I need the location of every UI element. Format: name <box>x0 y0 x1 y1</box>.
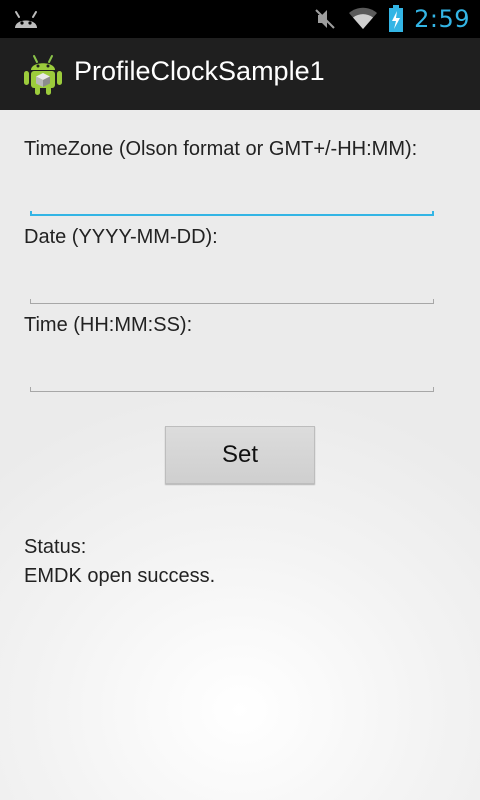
vibrate-muted-icon <box>315 9 335 29</box>
date-input[interactable] <box>30 275 434 301</box>
time-underline-right-tick <box>433 387 434 392</box>
wifi-icon <box>349 7 378 29</box>
timezone-underline-right-tick <box>432 211 434 216</box>
battery-charging-icon <box>389 5 404 32</box>
time-input[interactable] <box>30 363 434 389</box>
time-field[interactable] <box>30 363 434 392</box>
date-label: Date (YYYY-MM-DD): <box>24 226 218 248</box>
android-app-icon <box>24 55 62 95</box>
time-underline <box>30 391 434 392</box>
date-underline <box>30 303 434 304</box>
date-underline-left-tick <box>30 299 31 304</box>
android-debug-icon <box>15 11 37 28</box>
app-title: ProfileClockSample1 <box>74 56 325 86</box>
timezone-label: TimeZone (Olson format or GMT+/-HH:MM): <box>24 138 418 160</box>
status-message: EMDK open success. <box>24 565 216 587</box>
timezone-input[interactable] <box>30 187 434 213</box>
set-button[interactable]: Set <box>165 426 315 484</box>
status-label: Status: <box>24 536 87 558</box>
date-underline-right-tick <box>433 299 434 304</box>
date-field[interactable] <box>30 275 434 304</box>
time-underline-left-tick <box>30 387 31 392</box>
status-bar-clock: 2:59 <box>414 5 470 33</box>
timezone-field[interactable] <box>30 187 434 216</box>
time-label: Time (HH:MM:SS): <box>24 314 193 336</box>
timezone-underline <box>30 214 434 216</box>
action-bar: ProfileClockSample1 <box>0 38 480 110</box>
status-bar: 2:59 <box>0 0 480 38</box>
timezone-underline-left-tick <box>30 211 32 216</box>
